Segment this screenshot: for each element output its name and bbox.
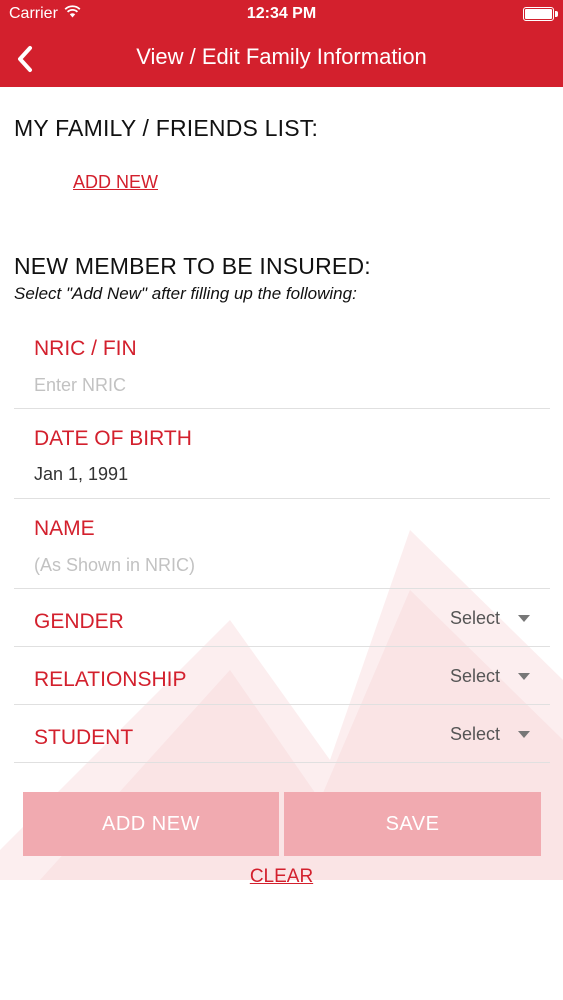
page-title: View / Edit Family Information	[136, 44, 427, 69]
caret-down-icon	[518, 615, 530, 622]
nric-field: NRIC / FIN	[14, 319, 550, 409]
student-select[interactable]: Select	[450, 724, 530, 745]
name-field: NAME	[14, 499, 550, 589]
dob-picker[interactable]: Jan 1, 1991	[34, 464, 128, 485]
relationship-field: RELATIONSHIP Select	[14, 647, 550, 705]
new-member-form: NRIC / FIN DATE OF BIRTH Jan 1, 1991 NAM…	[14, 319, 550, 763]
dob-field: DATE OF BIRTH Jan 1, 1991	[14, 409, 550, 499]
student-select-value: Select	[449, 724, 500, 744]
nric-label: NRIC / FIN	[34, 337, 137, 360]
relationship-select[interactable]: Select	[450, 666, 530, 687]
nric-input[interactable]	[34, 375, 514, 396]
add-new-link[interactable]: ADD NEW	[73, 172, 158, 193]
student-label: STUDENT	[34, 726, 134, 749]
student-field: STUDENT Select	[14, 705, 550, 763]
status-bar: Carrier 12:34 PM	[0, 0, 563, 30]
add-new-button[interactable]: ADD NEW	[23, 792, 279, 856]
save-button[interactable]: SAVE	[284, 792, 541, 856]
action-buttons: ADD NEW SAVE	[23, 792, 541, 856]
relationship-select-value: Select	[449, 666, 500, 686]
new-member-title: NEW MEMBER TO BE INSURED:	[14, 253, 371, 279]
name-input[interactable]	[34, 555, 514, 576]
dob-label: DATE OF BIRTH	[34, 427, 192, 450]
chevron-left-icon	[18, 46, 32, 72]
gender-field: GENDER Select	[14, 589, 550, 647]
navigation-bar: View / Edit Family Information	[0, 30, 563, 87]
back-button[interactable]	[8, 42, 42, 76]
caret-down-icon	[518, 673, 530, 680]
main-content: MY FAMILY / FRIENDS LIST: ADD NEW NEW ME…	[0, 87, 563, 1000]
clear-link-row: CLEAR	[0, 866, 563, 888]
name-label: NAME	[34, 517, 95, 540]
caret-down-icon	[518, 731, 530, 738]
instruction-text: Select "Add New" after filling up the fo…	[14, 284, 357, 303]
clear-link[interactable]: CLEAR	[250, 866, 313, 887]
gender-select[interactable]: Select	[450, 608, 530, 629]
relationship-label: RELATIONSHIP	[34, 668, 187, 691]
status-time: 12:34 PM	[246, 5, 317, 22]
battery-icon	[523, 7, 558, 21]
app-header: Carrier 12:34 PM View / Edit Family Info…	[0, 0, 563, 87]
gender-label: GENDER	[34, 610, 124, 633]
gender-select-value: Select	[449, 608, 500, 628]
family-list-title: MY FAMILY / FRIENDS LIST:	[14, 115, 319, 141]
